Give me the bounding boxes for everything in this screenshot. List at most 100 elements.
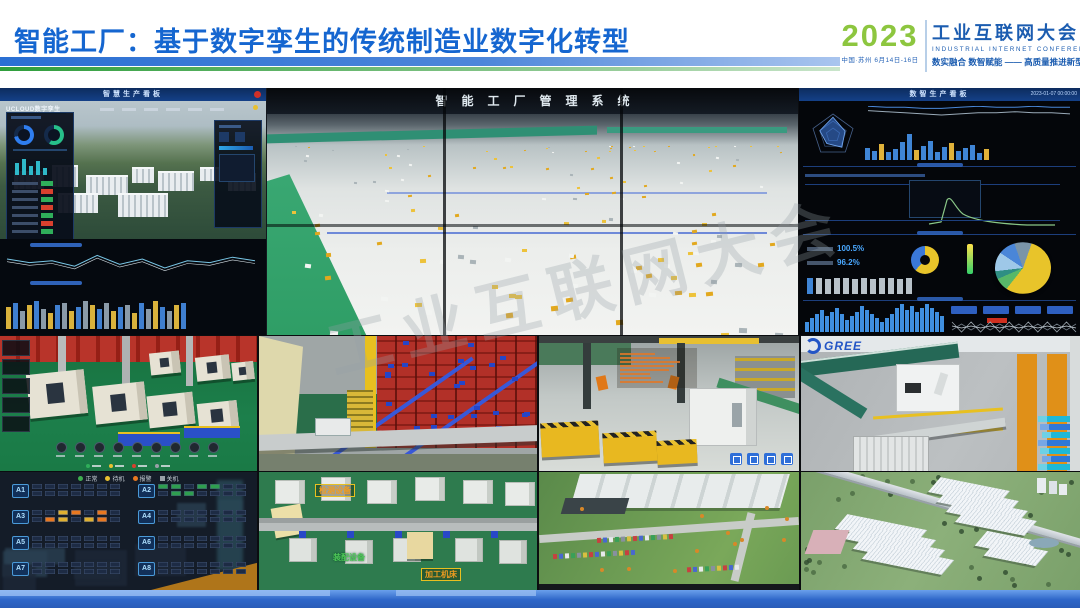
machine-dot — [709, 170, 712, 172]
green-roof-edge — [267, 126, 597, 144]
station-block — [110, 484, 120, 489]
yellow-agv — [540, 421, 600, 458]
gree-brand-text: GREE — [824, 339, 862, 353]
conference-slogan: 数实融合 数智赋能 —— 高质量推进新型工业化 — [932, 56, 1080, 68]
decor — [11, 116, 41, 119]
car — [625, 550, 629, 555]
car — [631, 550, 635, 555]
brand-logo-icon — [254, 91, 261, 98]
machine-dot — [294, 146, 296, 147]
bar — [942, 147, 947, 160]
center-conveyor — [259, 518, 537, 531]
conveyor-motor — [299, 531, 306, 538]
machine-detail — [905, 383, 921, 393]
station-block — [197, 543, 207, 548]
bar — [83, 301, 88, 329]
wall-title: 智能工厂管理系统 — [267, 88, 798, 114]
icon-glyph — [767, 456, 775, 464]
machine-top — [505, 482, 535, 506]
trend-line-chart — [865, 106, 1073, 126]
bar — [930, 308, 934, 332]
station-block — [210, 484, 220, 489]
bar — [27, 305, 32, 329]
tree — [765, 506, 769, 510]
gree-logo-icon — [805, 338, 821, 354]
bin — [454, 384, 460, 388]
station-chip — [1038, 416, 1072, 422]
machine-dot — [602, 220, 607, 223]
kpi-label-bar — [12, 198, 38, 201]
icon-slot — [56, 442, 65, 457]
bin — [471, 414, 477, 418]
bar — [855, 312, 859, 332]
legend-label-bar — [138, 465, 147, 467]
info-text-line — [620, 377, 651, 379]
line-label-A6: A6 — [138, 536, 155, 550]
machine-dot — [373, 181, 376, 183]
machine-dot — [708, 147, 710, 148]
conveyor-machine — [315, 418, 351, 436]
bar — [888, 278, 894, 294]
station-block — [97, 484, 107, 489]
bar — [921, 146, 926, 160]
station-block — [171, 484, 181, 489]
machine-dot — [734, 146, 736, 148]
station-block — [158, 510, 168, 515]
machine-dot — [455, 213, 460, 216]
car — [699, 567, 703, 572]
info-text-line — [620, 365, 674, 367]
kpi-value-chip — [41, 181, 53, 186]
bar — [900, 304, 904, 332]
car — [589, 552, 593, 557]
bar — [15, 163, 19, 175]
bar — [865, 148, 870, 160]
machine-dot — [332, 149, 334, 151]
bar — [805, 322, 809, 332]
station-block — [184, 536, 194, 541]
machine-dot — [680, 182, 684, 185]
car — [595, 552, 599, 557]
machine-dot — [409, 164, 412, 166]
bar — [880, 322, 884, 332]
car — [613, 551, 617, 556]
station-chip — [1040, 424, 1074, 430]
bin — [500, 356, 506, 360]
car — [729, 565, 733, 570]
machine-dot — [585, 150, 587, 152]
station-block — [171, 569, 181, 574]
machine-dot — [411, 209, 415, 212]
icon-slot — [75, 442, 84, 457]
menu-item-bar — [210, 108, 224, 111]
station-chip — [1038, 464, 1072, 470]
overlay-card — [2, 416, 30, 432]
tree — [580, 507, 584, 511]
station-block — [71, 510, 81, 515]
bar — [879, 278, 885, 294]
station-block — [210, 491, 220, 496]
machine-top — [415, 477, 445, 501]
machine-dot — [423, 146, 425, 147]
vertical-gauge — [967, 244, 973, 274]
station-block — [210, 510, 220, 515]
menu-item-bar — [144, 108, 158, 111]
bin — [431, 414, 437, 418]
car — [619, 550, 623, 555]
legend-dot — [86, 464, 90, 468]
info-text-line — [620, 353, 655, 355]
station-block — [84, 484, 94, 489]
line-groups: A1A2A3A4A5A6A7A8 — [0, 472, 257, 591]
station-block — [158, 569, 168, 574]
machine-dot — [777, 146, 779, 147]
tower — [1037, 478, 1046, 493]
station-block — [58, 536, 68, 541]
machine-dot — [354, 182, 357, 184]
machine-dot — [596, 157, 599, 159]
equipment-label-3: 加工机床 — [421, 568, 461, 581]
station-block — [45, 517, 55, 522]
icon-glyph — [750, 456, 758, 464]
campus-left-stats — [6, 112, 74, 242]
station-block — [110, 517, 120, 522]
station-block — [110, 543, 120, 548]
station-block — [197, 517, 207, 522]
kpi-row — [12, 197, 68, 202]
